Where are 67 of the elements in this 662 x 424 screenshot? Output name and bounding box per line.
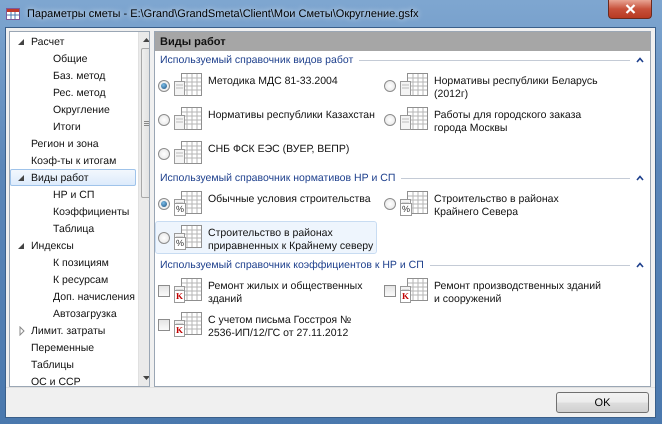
ok-button[interactable]: OK [556, 392, 649, 413]
expanded-arrow-icon[interactable] [17, 172, 27, 182]
section-title: Используемый справочник видов работ [160, 54, 354, 66]
radio-button[interactable] [158, 198, 170, 210]
table-sheet-icon [173, 72, 203, 98]
tree-item[interactable]: Расчет [10, 33, 136, 50]
expanded-arrow-icon[interactable] [17, 240, 27, 250]
section-title: Используемый справочник коэффициентов к НР и СП [160, 259, 424, 271]
expanded-arrow-icon[interactable] [17, 36, 27, 46]
section-title: Используемый справочник нормативов НР и СП [160, 172, 396, 184]
table-sheet-icon [399, 106, 429, 132]
tree-item[interactable]: Баз. метод [10, 67, 136, 84]
option-label[interactable]: Обычные условия строительства [208, 193, 371, 206]
scroll-up-icon[interactable] [143, 38, 149, 42]
tree-item[interactable]: Лимит. затраты [10, 322, 136, 339]
tree-item[interactable]: Регион и зона [10, 135, 136, 152]
collapsed-arrow-icon[interactable] [17, 326, 27, 336]
table-sheet-icon [399, 72, 429, 98]
checkbox[interactable] [158, 285, 170, 297]
option-label[interactable]: Ремонт производственных зданий и сооружений [434, 280, 602, 306]
tree-item[interactable]: Таблица [10, 220, 136, 237]
tree-item[interactable]: Виды работ [10, 169, 136, 186]
scroll-down-icon[interactable] [143, 376, 149, 380]
tree-item[interactable]: К ресурсам [10, 271, 136, 288]
radio-button[interactable] [384, 198, 396, 210]
option-label[interactable]: С учетом письма Госстроя № 2536-ИП/12/ГС от 27.11.2012 [208, 314, 376, 340]
close-button[interactable] [608, 0, 652, 19]
option-label[interactable]: Ремонт жилых и общественных зданий [208, 280, 376, 306]
grip-icon[interactable] [144, 120, 149, 126]
option-label[interactable]: Нормативы республики Беларусь (2012г) [434, 75, 602, 101]
collapse-chevron-icon[interactable] [636, 57, 644, 63]
tree-item[interactable]: ОС и ССР [10, 373, 136, 386]
option-label[interactable]: СНБ ФСК ЕЭС (ВУЕР, ВЕПР) [208, 143, 350, 156]
option-label[interactable]: Строительство в районах Крайнего Севера [434, 193, 602, 219]
collapse-chevron-icon[interactable] [636, 262, 644, 268]
option-label[interactable]: Работы для городского заказа города Москвы [434, 109, 602, 135]
radio-button[interactable] [158, 148, 170, 160]
tree-item[interactable]: Коэффициенты [10, 203, 136, 220]
option-label[interactable]: Строительство в районах приравненных к Крайнему северу [208, 227, 374, 253]
option-label[interactable]: Нормативы республики Казахстан [208, 109, 375, 122]
table-sheet-icon [173, 140, 203, 166]
tree-item[interactable]: Таблицы [10, 356, 136, 373]
tree-item[interactable]: Рес. метод [10, 84, 136, 101]
radio-button[interactable] [384, 114, 396, 126]
table-sheet-icon [173, 106, 203, 132]
collapse-chevron-icon[interactable] [636, 175, 644, 181]
checkbox[interactable] [158, 319, 170, 331]
tree-item[interactable]: К позициям [10, 254, 136, 271]
tree-item[interactable]: Коэф-ты к итогам [10, 152, 136, 169]
radio-button[interactable] [158, 114, 170, 126]
checkbox[interactable] [384, 285, 396, 297]
tree-item[interactable]: Округление [10, 101, 136, 118]
tree-item[interactable]: Итоги [10, 118, 136, 135]
tree-item[interactable]: Общие [10, 50, 136, 67]
window-title: Параметры сметы - E:\Grand\GrandSmeta\Client\Мои Сметы\Округление.gsfx [27, 8, 420, 20]
tree-item[interactable]: Автозагрузка [10, 305, 136, 322]
tree-item[interactable]: Переменные [10, 339, 136, 356]
tree-item[interactable]: Индексы [10, 237, 136, 254]
radio-button[interactable] [158, 232, 170, 244]
tree-item[interactable]: Доп. начисления [10, 288, 136, 305]
close-icon[interactable] [624, 4, 636, 14]
tree-item[interactable]: НР и СП [10, 186, 136, 203]
panel-header: Виды работ [155, 32, 650, 51]
app-icon [5, 6, 21, 22]
option-label[interactable]: Методика МДС 81-33.2004 [208, 75, 338, 88]
radio-button[interactable] [384, 80, 396, 92]
radio-button[interactable] [158, 80, 170, 92]
